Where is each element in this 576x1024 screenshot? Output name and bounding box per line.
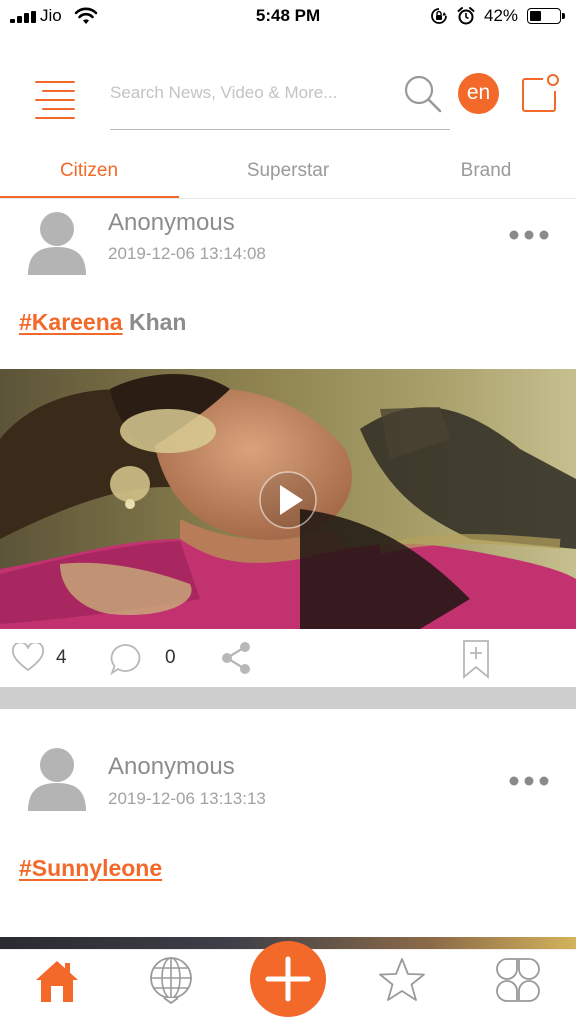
status-bar: Jio 5:48 PM 42% <box>0 0 576 34</box>
hashtag-link[interactable]: #Kareena <box>19 309 123 335</box>
heart-icon[interactable] <box>12 643 44 673</box>
orientation-lock-icon <box>431 8 447 24</box>
globe-icon[interactable] <box>147 956 195 1004</box>
tab-brand[interactable]: Brand <box>390 160 576 182</box>
add-post-button[interactable] <box>250 941 326 1017</box>
post-card: Anonymous 2019-12-06 13:13:13 #Sunnyleon… <box>0 733 576 949</box>
tab-citizen[interactable]: Citizen <box>0 160 185 182</box>
language-button[interactable]: en <box>458 73 499 114</box>
post-card: Anonymous 2019-12-06 13:14:08 #Kareena K… <box>0 211 576 709</box>
bottom-navigation <box>0 941 576 1024</box>
app-header: en <box>0 60 576 140</box>
caption-text: Khan <box>122 309 187 335</box>
tab-superstar[interactable]: Superstar <box>192 160 384 182</box>
tabs-divider <box>0 198 576 199</box>
play-icon[interactable] <box>258 470 318 530</box>
post-actions-bar: 4 0 <box>0 631 576 687</box>
bookmark-add-icon[interactable] <box>462 639 490 679</box>
compose-icon[interactable] <box>521 74 561 114</box>
alarm-icon <box>457 7 475 25</box>
search-icon[interactable] <box>403 74 443 114</box>
home-icon[interactable] <box>33 956 81 1004</box>
post-caption: #Sunnyleone <box>19 855 162 882</box>
hamburger-menu-icon[interactable] <box>34 78 76 120</box>
more-options-icon[interactable] <box>508 229 550 241</box>
post-timestamp: 2019-12-06 13:14:08 <box>108 244 266 263</box>
avatar-placeholder-icon <box>28 748 86 811</box>
avatar-placeholder-icon <box>28 212 86 275</box>
hashtag-link[interactable]: #Sunnyleone <box>19 855 162 881</box>
share-icon[interactable] <box>220 641 252 675</box>
post-caption: #Kareena Khan <box>19 309 186 336</box>
post-author[interactable]: Anonymous <box>108 753 235 781</box>
search-input[interactable] <box>110 80 390 106</box>
post-separator <box>0 687 576 709</box>
battery-icon <box>527 8 565 24</box>
more-options-icon[interactable] <box>508 775 550 787</box>
plus-icon <box>265 956 311 1002</box>
video-thumbnail[interactable] <box>0 369 576 629</box>
comment-count: 0 <box>165 647 176 668</box>
post-feed[interactable]: Anonymous 2019-12-06 13:14:08 #Kareena K… <box>0 211 576 949</box>
category-tabs: Citizen Superstar Brand <box>0 148 576 200</box>
post-timestamp: 2019-12-06 13:13:13 <box>108 789 266 808</box>
search-bar <box>110 72 450 130</box>
active-tab-indicator <box>0 196 179 198</box>
grid-icon[interactable] <box>494 956 542 1004</box>
battery-percent: 42% <box>484 6 519 25</box>
post-author[interactable]: Anonymous <box>108 211 235 237</box>
like-count: 4 <box>56 647 67 668</box>
star-icon[interactable] <box>378 956 426 1004</box>
comment-icon[interactable] <box>110 643 142 675</box>
